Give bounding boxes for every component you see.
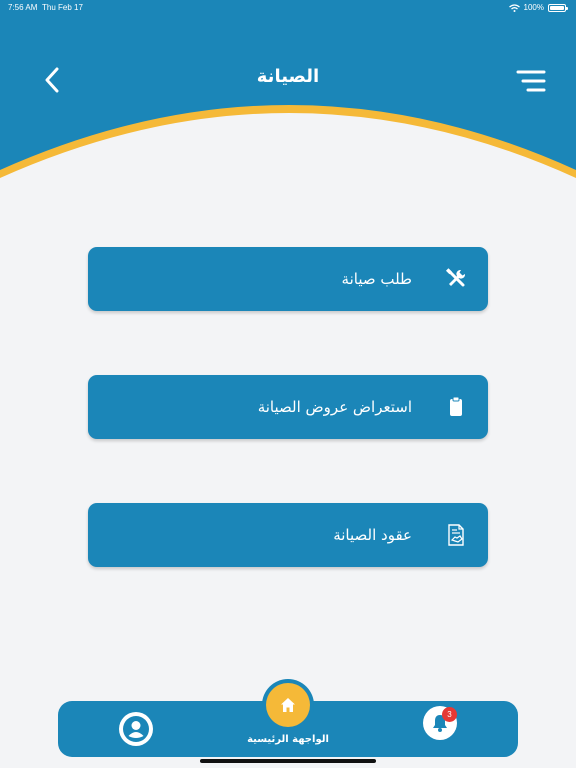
tools-icon: [444, 267, 468, 291]
clipboard-icon: [444, 395, 468, 419]
home-indicator: [200, 759, 376, 763]
menu-item-label: طلب صيانة: [341, 270, 412, 288]
chevron-left-icon: [45, 67, 59, 93]
header-wave-background: [0, 0, 576, 178]
battery-percent: 100%: [523, 3, 544, 12]
status-date: Thu Feb 17: [42, 3, 83, 12]
profile-button[interactable]: [119, 712, 153, 746]
home-label: الواجهة الرئيسية: [247, 734, 329, 745]
view-maintenance-offers-button[interactable]: استعراض عروض الصيانة: [88, 375, 488, 439]
wifi-icon: [508, 3, 520, 12]
maintenance-request-button[interactable]: طلب صيانة: [88, 247, 488, 311]
battery-icon: [548, 3, 568, 12]
menu-item-label: عقود الصيانة: [333, 526, 412, 544]
back-button[interactable]: [38, 66, 66, 94]
status-bar: 7:56 AM Thu Feb 17 100%: [0, 3, 576, 15]
menu-item-label: استعراض عروض الصيانة: [257, 398, 412, 416]
filter-menu-button[interactable]: [516, 68, 546, 94]
filter-lines-icon: [516, 70, 546, 92]
maintenance-contracts-button[interactable]: عقود الصيانة: [88, 503, 488, 567]
user-avatar-icon: [123, 716, 149, 742]
status-right: 100%: [508, 3, 568, 12]
header-banner: [0, 0, 576, 200]
home-icon: [281, 698, 295, 712]
page-title: الصيانة: [256, 66, 320, 87]
contract-handshake-icon: [444, 523, 468, 547]
home-button[interactable]: [266, 683, 310, 727]
status-time: 7:56 AM: [8, 3, 38, 12]
notification-badge: 3: [442, 707, 457, 722]
